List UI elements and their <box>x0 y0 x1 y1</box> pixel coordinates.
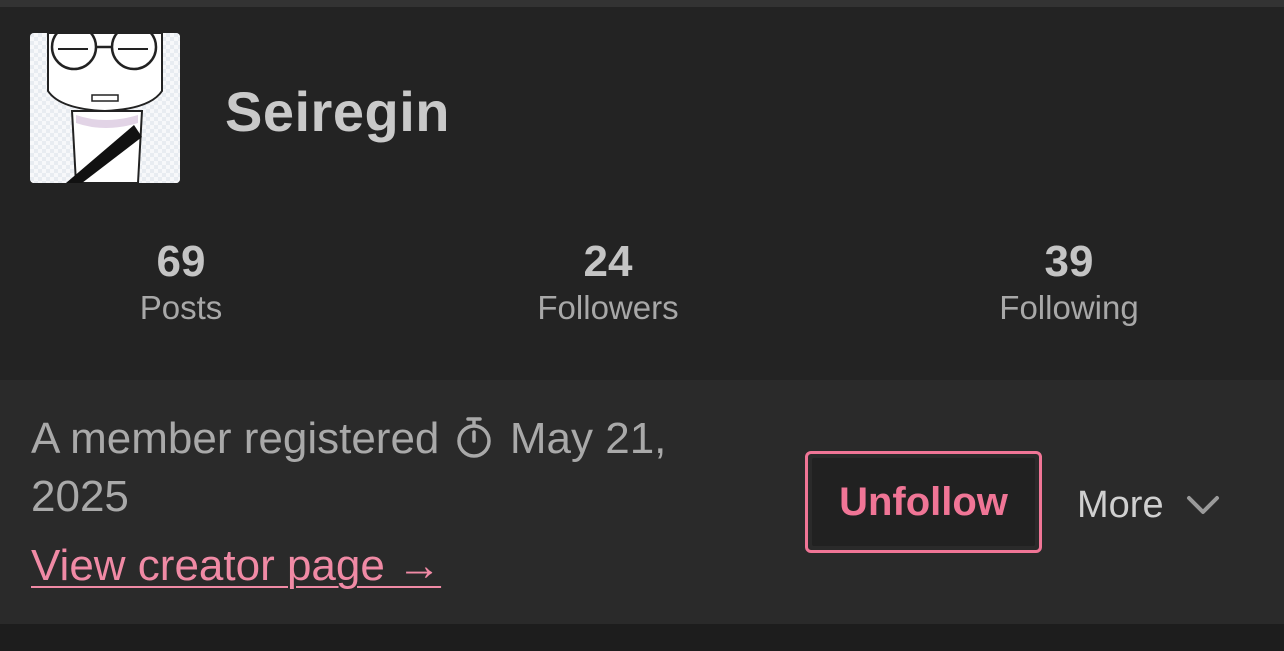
view-creator-page-link[interactable]: View creator page → <box>31 538 441 594</box>
following-count: 39 <box>1044 237 1094 286</box>
member-info-bar: A member registered May 21, 2025 View cr… <box>0 380 1284 624</box>
followers-count: 24 <box>583 237 633 286</box>
following-label: Following <box>999 289 1139 326</box>
stat-followers[interactable]: 24 Followers <box>478 237 738 329</box>
bottom-divider <box>0 624 1284 651</box>
username: Seiregin <box>225 80 450 143</box>
profile-header: Seiregin 69 Posts 24 Followers 39 Follow… <box>0 7 1284 380</box>
top-divider <box>0 0 1284 7</box>
member-registration-text: A member registered May 21, 2025 <box>31 410 751 526</box>
stat-following[interactable]: 39 Following <box>939 237 1199 329</box>
unfollow-button[interactable]: Unfollow <box>805 451 1042 553</box>
more-menu-button[interactable]: More <box>1077 475 1220 535</box>
avatar-image <box>30 33 180 183</box>
member-prefix: A member registered <box>31 414 440 463</box>
chevron-down-icon <box>1186 496 1219 514</box>
posts-label: Posts <box>139 289 223 326</box>
more-label: More <box>1077 483 1164 526</box>
posts-count: 69 <box>156 237 206 286</box>
unfollow-label: Unfollow <box>812 458 1035 546</box>
stat-posts[interactable]: 69 Posts <box>51 237 311 329</box>
stopwatch-icon <box>456 417 491 458</box>
followers-label: Followers <box>537 289 679 326</box>
avatar[interactable] <box>30 33 180 183</box>
